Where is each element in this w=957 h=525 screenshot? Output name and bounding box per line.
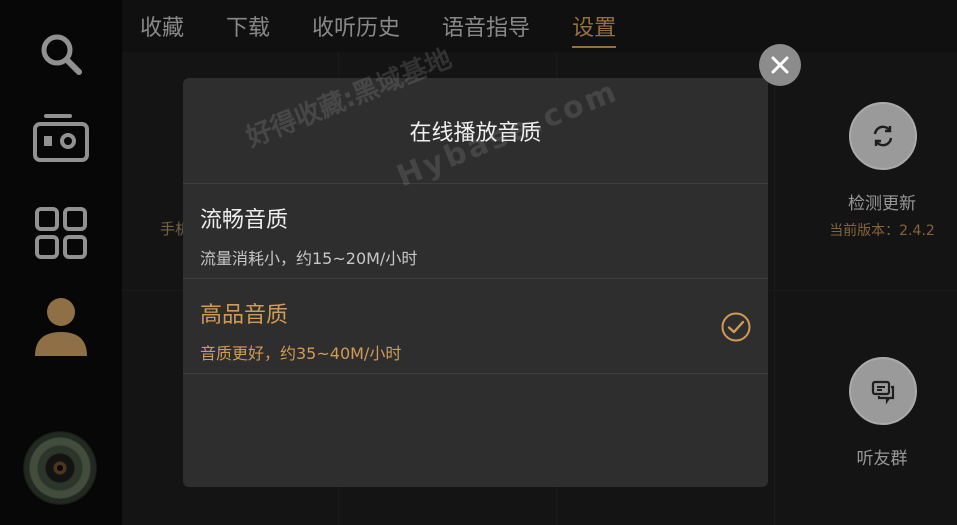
option-description: 音质更好，约35~40M/小时 [200,344,402,363]
audio-quality-dialog: 在线播放音质 流畅音质 流量消耗小，约15~20M/小时 高品音质 音质更好，约… [183,78,768,487]
option-description: 流量消耗小，约15~20M/小时 [200,249,418,268]
close-icon [771,56,789,74]
check-circle-icon [721,312,751,342]
option-high-quality[interactable]: 高品音质 音质更好，约35~40M/小时 [183,279,768,374]
option-name: 高品音质 [200,303,289,328]
option-name: 流畅音质 [200,208,289,233]
close-dialog-button[interactable] [759,44,801,86]
dialog-title: 在线播放音质 [183,78,768,184]
option-smooth-quality[interactable]: 流畅音质 流量消耗小，约15~20M/小时 [183,184,768,279]
